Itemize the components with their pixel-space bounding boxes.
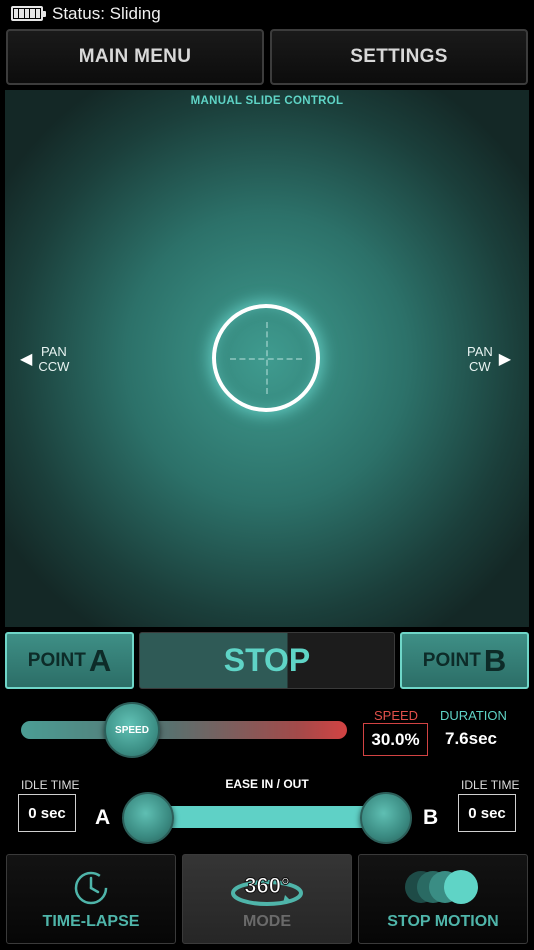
360-icon-text: 360° [244, 873, 290, 898]
speed-slider-track[interactable] [21, 721, 347, 739]
idle-time-right-field[interactable]: 0 sec [458, 794, 516, 832]
crosshair-reticle[interactable] [212, 304, 320, 412]
duration-value[interactable]: 7.6sec [445, 729, 497, 749]
stop-button[interactable]: STOP [139, 632, 395, 689]
ease-b-letter: B [423, 806, 439, 829]
speed-value[interactable]: 30.0% [363, 723, 428, 756]
ease-in-knob[interactable] [122, 792, 174, 844]
clock-icon [74, 871, 108, 905]
point-b-word: POINT [422, 649, 481, 671]
speed-slider-knob[interactable]: SPEED [104, 702, 160, 758]
settings-button[interactable]: SETTINGS [270, 29, 528, 85]
time-lapse-label: TIME-LAPSE [42, 913, 140, 930]
stop-motion-label: STOP MOTION [387, 913, 499, 930]
left-triangle-icon: ◀ [20, 350, 33, 368]
duration-label: DURATION [440, 708, 507, 723]
ease-slider-track[interactable] [140, 806, 394, 828]
manual-slide-control-pad[interactable]: MANUAL SLIDE CONTROL ◀ PAN CCW PAN CW ▶ [5, 90, 529, 627]
status-bar: Status: Sliding [0, 0, 534, 28]
pad-title: MANUAL SLIDE CONTROL [190, 95, 344, 107]
idle-time-left-field[interactable]: 0 sec [18, 794, 76, 832]
time-lapse-button[interactable]: TIME-LAPSE [6, 854, 176, 944]
ease-label: EASE IN / OUT [225, 777, 309, 791]
pan-cw-control[interactable]: PAN CW ▶ [467, 344, 511, 374]
pan-ccw-line1: PAN [40, 344, 67, 359]
point-b-button[interactable]: POINT B [400, 632, 529, 689]
360-rotate-icon: 360° [231, 873, 303, 906]
battery-icon [11, 6, 46, 21]
ease-out-knob[interactable] [360, 792, 412, 844]
status-text: Status: Sliding [52, 4, 161, 23]
pan-ccw-control[interactable]: ◀ PAN CCW [20, 344, 69, 374]
mode-label: MODE [243, 913, 291, 930]
point-a-word: POINT [27, 649, 86, 671]
pan-ccw-line2: CCW [38, 359, 70, 374]
pan-cw-line2: CW [469, 359, 491, 374]
stop-motion-button[interactable]: STOP MOTION [358, 854, 528, 944]
speed-label: SPEED [374, 708, 419, 723]
stop-motion-circles-icon [405, 870, 478, 904]
360-mode-button[interactable]: 360° MODE [182, 854, 352, 944]
ease-a-letter: A [95, 806, 111, 829]
right-triangle-icon: ▶ [498, 350, 512, 368]
point-a-button[interactable]: POINT A [5, 632, 134, 689]
main-menu-button[interactable]: MAIN MENU [6, 29, 264, 85]
point-b-letter: B [483, 642, 507, 678]
pan-cw-line1: PAN [467, 344, 493, 359]
point-a-letter: A [88, 642, 112, 678]
